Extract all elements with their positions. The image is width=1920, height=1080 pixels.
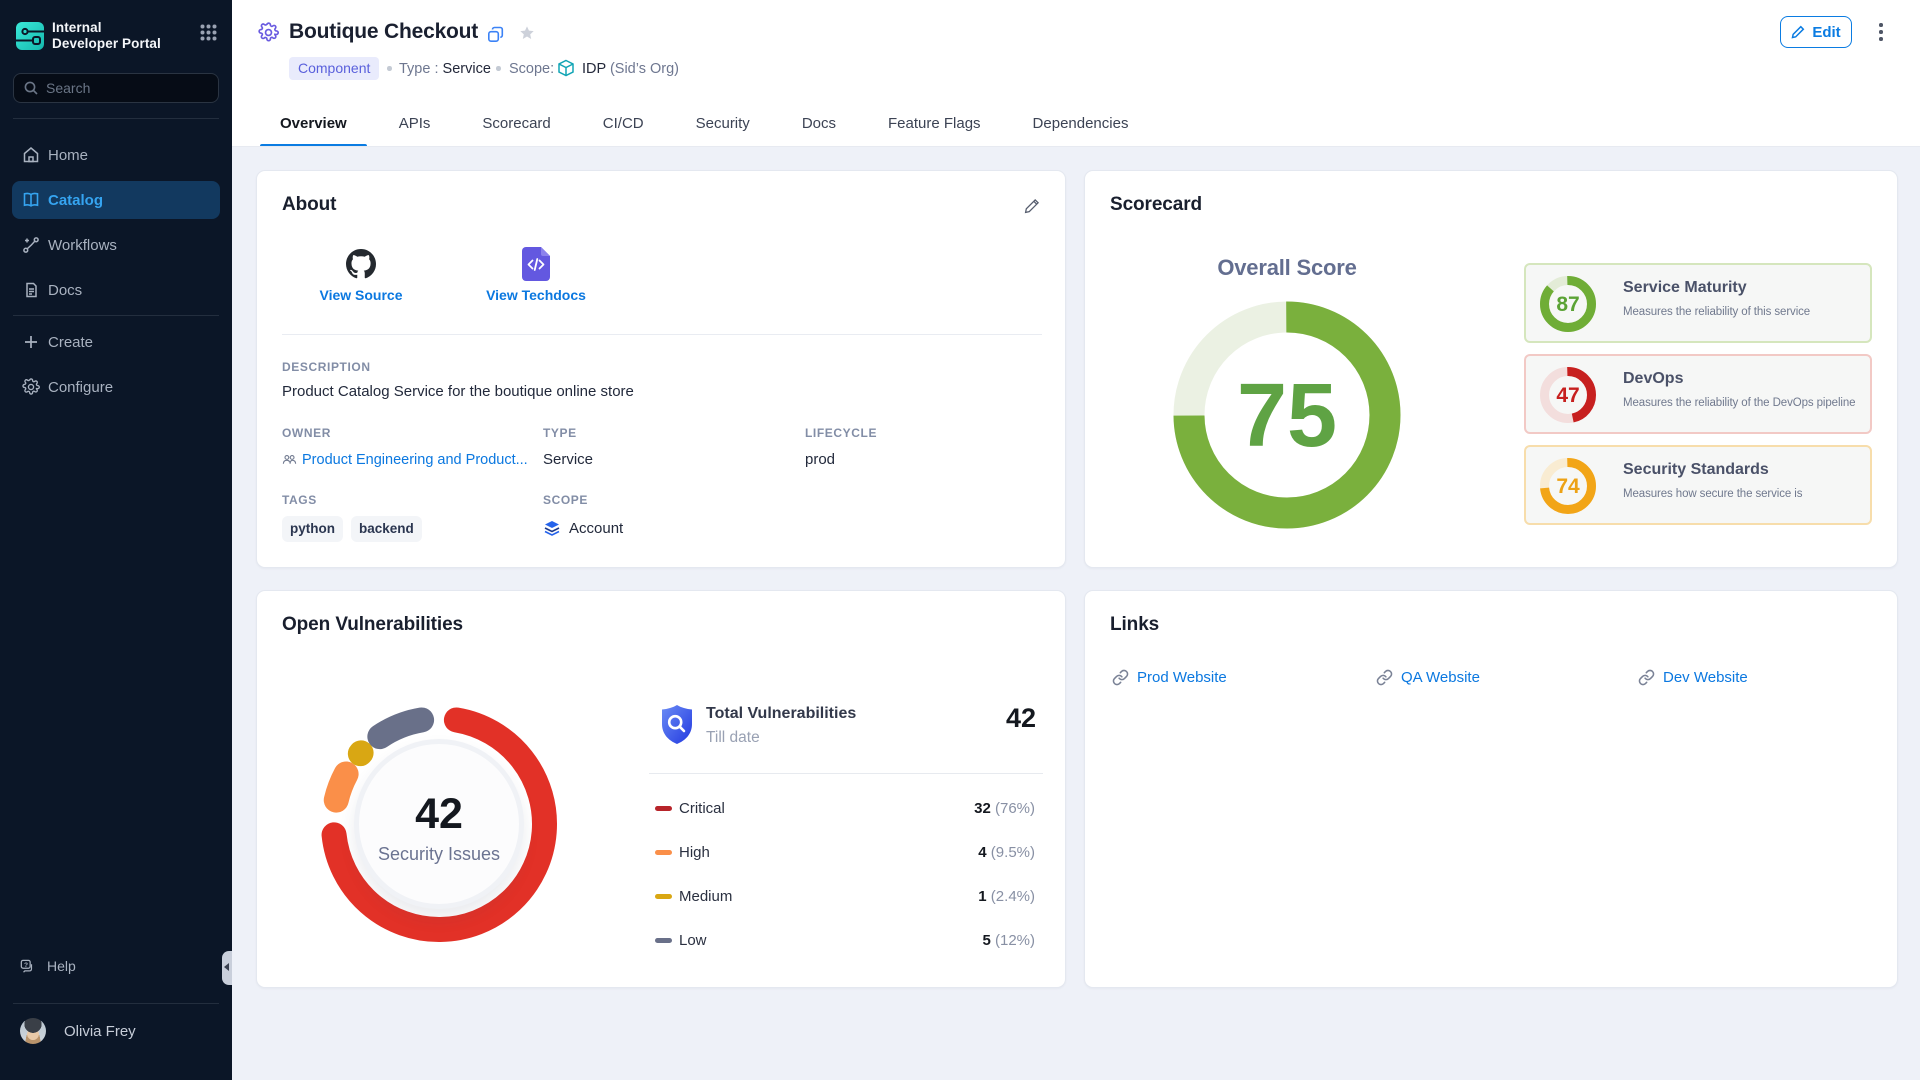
svg-text:?: ? [24,961,28,968]
svg-text:87: 87 [1556,293,1579,316]
svg-text:75: 75 [1237,366,1337,466]
svg-text:74: 74 [1556,475,1580,498]
svg-text:47: 47 [1556,384,1579,407]
